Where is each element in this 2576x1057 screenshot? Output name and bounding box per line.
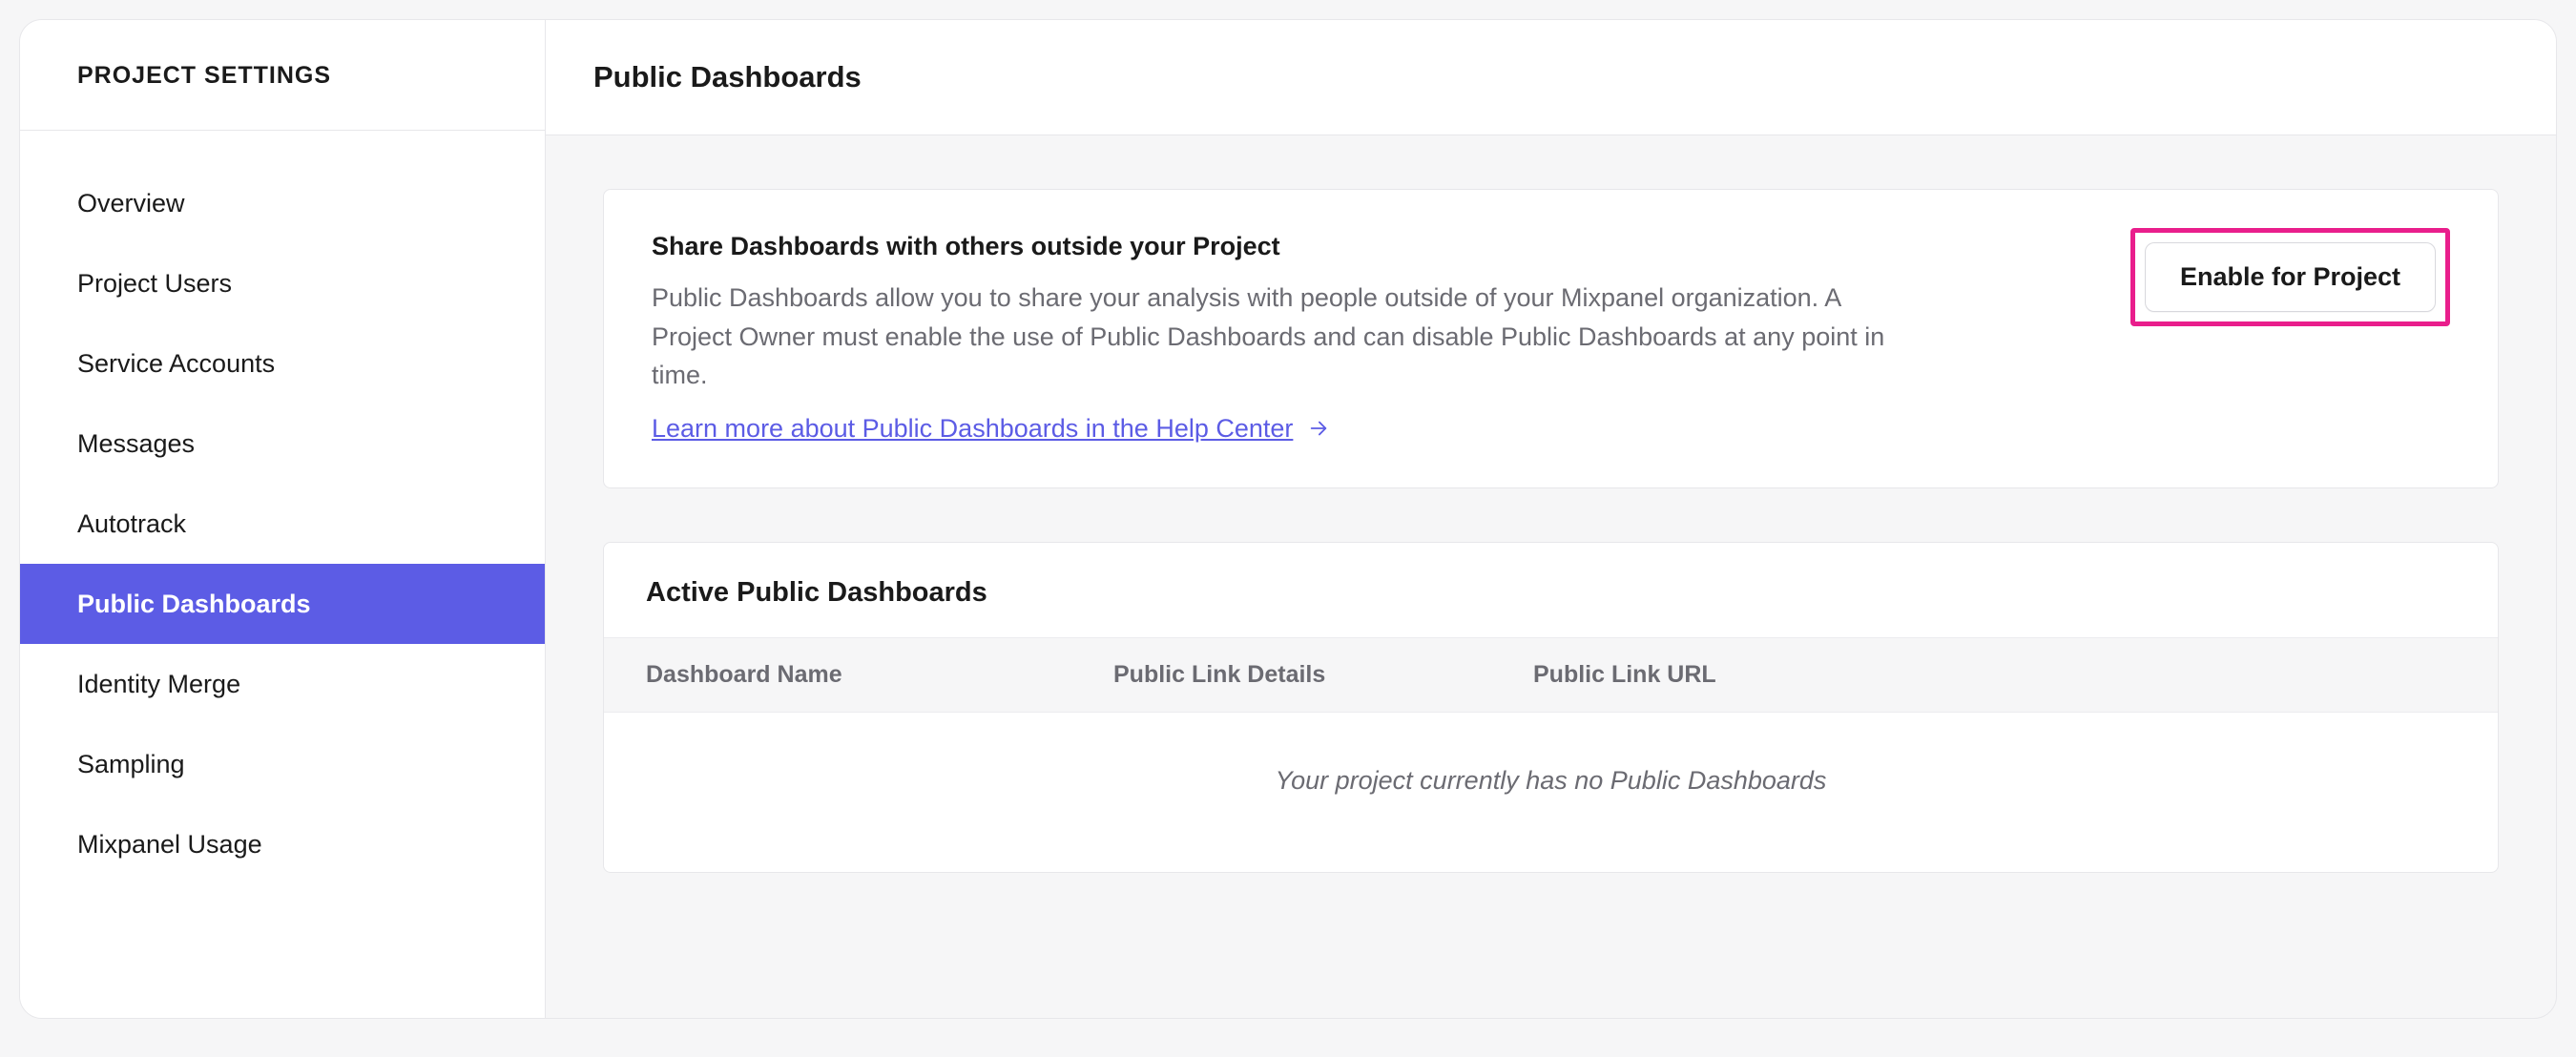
active-dashboards-card: Active Public Dashboards Dashboard Name … (603, 542, 2499, 873)
enable-highlight-frame: Enable for Project (2130, 228, 2450, 326)
main-header: Public Dashboards (546, 20, 2556, 135)
info-text: Share Dashboards with others outside you… (652, 232, 2102, 444)
sidebar-item-label: Sampling (77, 750, 185, 779)
sidebar-title: PROJECT SETTINGS (20, 62, 545, 130)
col-dashboard-name: Dashboard Name (646, 661, 1113, 689)
arrow-right-icon (1306, 416, 1331, 441)
sidebar-item-label: Public Dashboards (77, 590, 311, 619)
enable-for-project-button[interactable]: Enable for Project (2145, 242, 2436, 312)
main: Public Dashboards Share Dashboards with … (546, 20, 2556, 1018)
page-title: Public Dashboards (593, 60, 2508, 94)
sidebar-item-autotrack[interactable]: Autotrack (20, 484, 545, 564)
learn-more-label: Learn more about Public Dashboards in th… (652, 414, 1293, 444)
sidebar-item-label: Project Users (77, 269, 232, 299)
sidebar-item-label: Messages (77, 429, 195, 459)
sidebar-item-identity-merge[interactable]: Identity Merge (20, 644, 545, 724)
empty-state: Your project currently has no Public Das… (604, 713, 2498, 872)
sidebar-item-mixpanel-usage[interactable]: Mixpanel Usage (20, 804, 545, 884)
settings-window: PROJECT SETTINGS Overview Project Users … (19, 19, 2557, 1019)
info-card: Share Dashboards with others outside you… (603, 189, 2499, 488)
sidebar: PROJECT SETTINGS Overview Project Users … (20, 20, 546, 1018)
sidebar-item-label: Autotrack (77, 509, 186, 539)
main-body: Share Dashboards with others outside you… (546, 135, 2556, 873)
sidebar-item-label: Overview (77, 189, 185, 218)
info-body: Public Dashboards allow you to share you… (652, 279, 1911, 395)
sidebar-item-label: Mixpanel Usage (77, 830, 262, 860)
sidebar-item-messages[interactable]: Messages (20, 404, 545, 484)
sidebar-item-label: Service Accounts (77, 349, 275, 379)
sidebar-item-overview[interactable]: Overview (20, 163, 545, 243)
sidebar-nav: Overview Project Users Service Accounts … (20, 154, 545, 884)
learn-more-link[interactable]: Learn more about Public Dashboards in th… (652, 414, 1331, 444)
col-public-link-url: Public Link URL (1533, 661, 2456, 689)
sidebar-item-label: Identity Merge (77, 670, 240, 699)
active-dashboards-title: Active Public Dashboards (604, 543, 2498, 637)
info-heading: Share Dashboards with others outside you… (652, 232, 2102, 261)
table-head: Dashboard Name Public Link Details Publi… (604, 637, 2498, 713)
sidebar-item-service-accounts[interactable]: Service Accounts (20, 323, 545, 404)
sidebar-item-public-dashboards[interactable]: Public Dashboards (20, 564, 545, 644)
sidebar-item-project-users[interactable]: Project Users (20, 243, 545, 323)
col-public-link-details: Public Link Details (1113, 661, 1533, 689)
sidebar-separator (20, 130, 545, 131)
sidebar-item-sampling[interactable]: Sampling (20, 724, 545, 804)
